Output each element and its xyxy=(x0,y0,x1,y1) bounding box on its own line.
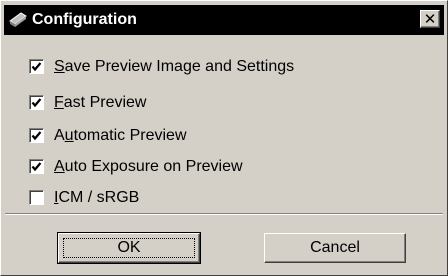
checkbox-automatic-preview[interactable] xyxy=(29,128,44,143)
option-label: ICM / sRGB xyxy=(54,187,139,209)
option-label: Fast Preview xyxy=(54,92,146,114)
option-label: Auto Exposure on Preview xyxy=(54,156,243,178)
mnemonic-char: A xyxy=(54,158,65,175)
checkbox-icm-srgb[interactable] xyxy=(29,190,44,205)
option-label-pre: A xyxy=(54,127,65,144)
checkmark-icon xyxy=(31,62,42,72)
separator xyxy=(5,213,443,215)
cancel-label: Cancel xyxy=(310,239,360,256)
cancel-button[interactable]: Cancel xyxy=(264,233,406,263)
option-label-rest: ast Preview xyxy=(63,94,147,111)
checkbox-save-preview[interactable] xyxy=(29,59,44,74)
checkmark-icon xyxy=(31,98,42,108)
option-label-rest: tomatic Preview xyxy=(73,127,187,144)
mnemonic-char: u xyxy=(64,127,74,144)
dialog-title: Configuration xyxy=(32,11,137,28)
scanner-icon xyxy=(8,10,28,30)
option-label: Save Preview Image and Settings xyxy=(54,56,294,78)
mnemonic-char: F xyxy=(54,94,64,111)
configuration-dialog: Configuration ✕ Save Preview Image and S… xyxy=(0,0,448,276)
checkmark-icon xyxy=(31,162,42,172)
title-bar[interactable]: Configuration ✕ xyxy=(4,5,444,35)
checkmark-icon xyxy=(31,131,42,141)
ok-button[interactable]: OK xyxy=(57,232,201,264)
option-label: Automatic Preview xyxy=(54,125,187,147)
checkbox-fast-preview[interactable] xyxy=(29,95,44,110)
option-label-rest: ave Preview Image and Settings xyxy=(64,58,295,75)
option-label-rest: CM / sRGB xyxy=(58,189,140,206)
option-label-rest: uto Exposure on Preview xyxy=(64,158,243,175)
close-icon: ✕ xyxy=(423,10,437,28)
checkbox-auto-exposure[interactable] xyxy=(29,159,44,174)
mnemonic-char: S xyxy=(54,58,65,75)
close-button[interactable]: ✕ xyxy=(420,10,440,28)
ok-label: OK xyxy=(117,239,141,256)
